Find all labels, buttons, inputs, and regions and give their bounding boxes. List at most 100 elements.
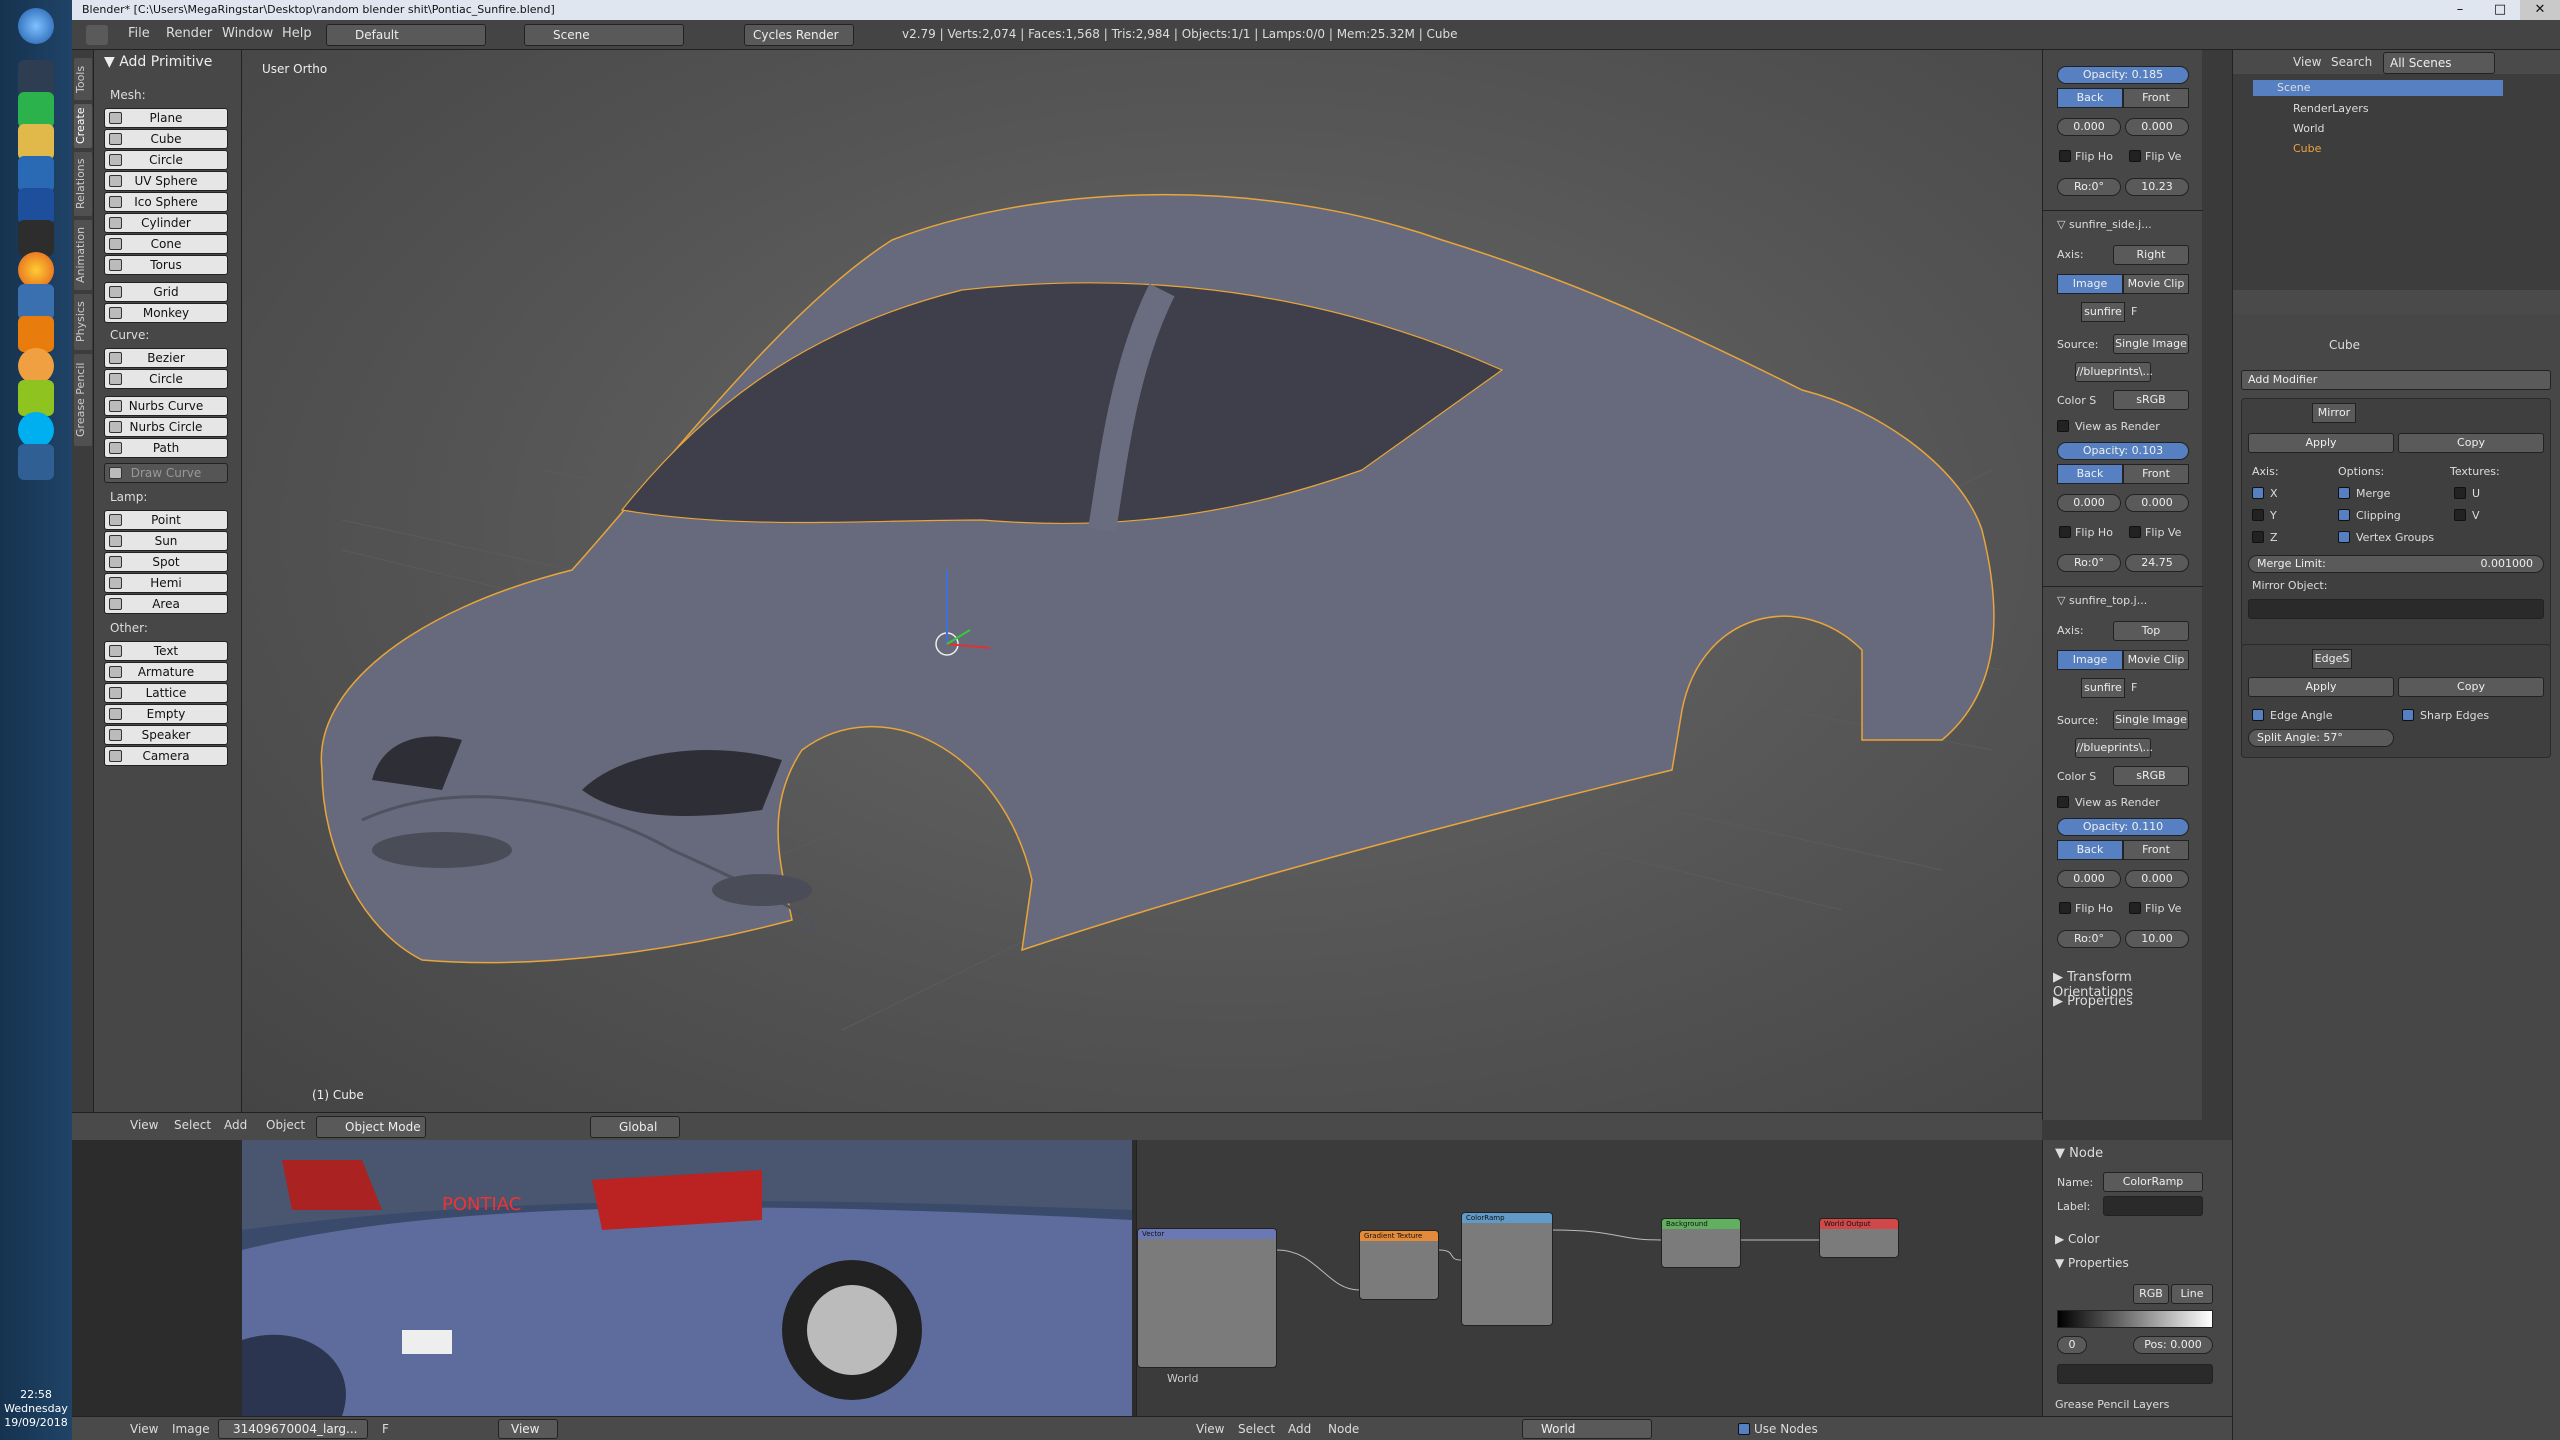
rotation-field-1[interactable]: Ro:0° [2057,178,2121,196]
clock-time[interactable]: 22:58 [6,1388,66,1401]
front-button-side[interactable]: Front [2123,464,2189,484]
flip-h-checkbox-side[interactable] [2059,526,2071,538]
edgesplit-modifier-name[interactable]: EdgeS [2312,649,2352,669]
merge-checkbox[interactable] [2338,487,2350,499]
grease-pencil-layers-subpanel[interactable]: Grease Pencil Layers [2055,1398,2169,1411]
edgesplit-apply-button[interactable]: Apply [2248,677,2394,697]
flip-v-checkbox-1[interactable] [2129,150,2141,162]
color-subpanel[interactable]: ▶ Color [2055,1232,2099,1246]
offset-y-top[interactable]: 0.000 [2125,870,2189,888]
filepath-top[interactable]: //blueprints\... [2075,738,2153,758]
front-button-top[interactable]: Front [2123,840,2189,860]
other-empty-button[interactable]: Empty [104,704,228,724]
node-panel-header[interactable]: ▼ Node [2055,1146,2103,1161]
menu-render[interactable]: Render [166,26,212,41]
back-button-top[interactable]: Back [2057,840,2123,860]
movie-clip-button-top[interactable]: Movie Clip [2123,650,2189,670]
mesh-circle-button[interactable]: Circle [104,150,228,170]
maximize-button[interactable]: □ [2480,0,2520,20]
image-button-side[interactable]: Image [2057,274,2123,294]
tab-physics[interactable]: Physics [74,294,92,350]
outliner-scene[interactable]: Scene [2277,81,2311,94]
curve-path-button[interactable]: Path [104,438,228,458]
node-menu-select[interactable]: Select [1238,1422,1275,1436]
offset-y-side[interactable]: 0.000 [2125,494,2189,512]
edgesplit-copy-button[interactable]: Copy [2398,677,2544,697]
curve-circle-button[interactable]: Circle [104,369,228,389]
movie-clip-button-side[interactable]: Movie Clip [2123,274,2189,294]
outliner-renderlayers[interactable]: RenderLayers [2293,102,2369,115]
side-image-name[interactable]: ▽ sunfire_side.j... [2057,218,2152,231]
outliner-view-menu[interactable]: View [2293,55,2321,69]
mesh-cone-button[interactable]: Cone [104,234,228,254]
layout-dropdown[interactable]: Default [326,24,486,46]
app-icon-3[interactable] [18,284,54,320]
opacity-field-1[interactable]: Opacity: 0.185 [2057,66,2189,84]
outliner-cube[interactable]: Cube [2293,142,2321,155]
vertex-groups-checkbox[interactable] [2338,531,2350,543]
mesh-cylinder-button[interactable]: Cylinder [104,213,228,233]
image-view-mode[interactable]: View [498,1419,558,1439]
mirror-object-field[interactable] [2248,599,2544,619]
color-ramp-gradient[interactable] [2057,1310,2213,1328]
offset-x-top[interactable]: 0.000 [2057,870,2121,888]
other-armature-button[interactable]: Armature [104,662,228,682]
back-button-side[interactable]: Back [2057,464,2123,484]
mesh-uv-sphere-button[interactable]: UV Sphere [104,171,228,191]
view-as-render-checkbox-top[interactable] [2057,796,2069,808]
tab-tools[interactable]: Tools [74,58,92,100]
properties-panel[interactable]: ▶ Properties [2053,994,2133,1009]
transform-orientation-dropdown[interactable]: Global [590,1116,680,1138]
tab-relations[interactable]: Relations [74,152,92,216]
firefox-icon[interactable] [18,252,54,288]
other-speaker-button[interactable]: Speaker [104,725,228,745]
image-fake-user[interactable]: F [382,1422,389,1436]
mesh-grid-button[interactable]: Grid [104,282,228,302]
outliner-world[interactable]: World [2293,122,2325,135]
flip-v-checkbox-side[interactable] [2129,526,2141,538]
tab-create[interactable]: Create [74,104,92,148]
mesh-torus-button[interactable]: Torus [104,255,228,275]
tab-grease-pencil[interactable]: Grease Pencil [74,354,92,446]
size-field-1[interactable]: 10.23 [2125,178,2189,196]
other-camera-button[interactable]: Camera [104,746,228,766]
color-space-top[interactable]: sRGB [2113,766,2189,786]
folder-icon[interactable] [18,124,54,160]
close-button[interactable]: ✕ [2520,0,2560,20]
mirror-copy-button[interactable]: Copy [2398,433,2544,453]
add-primitive-header[interactable]: ▼ Add Primitive [104,54,212,70]
offset-y-1[interactable]: 0.000 [2125,118,2189,136]
curve-nurbs-curve-button[interactable]: Nurbs Curve [104,396,228,416]
blender-icon[interactable] [18,316,54,352]
node-name-field[interactable]: ColorRamp [2103,1172,2203,1192]
vp-menu-select[interactable]: Select [174,1118,211,1132]
opacity-field-side[interactable]: Opacity: 0.103 [2057,442,2189,460]
interpolation-dropdown[interactable]: Line [2171,1284,2213,1304]
ramp-pos-field[interactable]: Pos: 0.000 [2133,1336,2213,1354]
mesh-plane-button[interactable]: Plane [104,108,228,128]
image-name-side[interactable]: sunfire [2081,302,2125,322]
sharp-edges-checkbox[interactable] [2402,709,2414,721]
color-mode-dropdown[interactable]: RGB [2133,1284,2169,1304]
use-nodes-checkbox[interactable] [1738,1423,1750,1435]
mirror-y-checkbox[interactable] [2252,509,2264,521]
fake-user-top[interactable]: F [2131,681,2137,694]
opacity-field-top[interactable]: Opacity: 0.110 [2057,818,2189,836]
source-dropdown-side[interactable]: Single Image [2113,334,2189,354]
start-button[interactable] [18,8,54,44]
source-dropdown-top[interactable]: Single Image [2113,710,2189,730]
app-icon-4[interactable] [18,348,54,384]
vp-menu-add[interactable]: Add [224,1118,247,1132]
node-label-field[interactable] [2103,1196,2203,1216]
editor-type-button[interactable] [86,25,108,45]
mesh-cube-button[interactable]: Cube [104,129,228,149]
ramp-color-swatch[interactable] [2057,1364,2213,1384]
lamp-area-button[interactable]: Area [104,594,228,614]
image-editor[interactable]: PONTIAC [72,1140,1136,1416]
clipping-checkbox[interactable] [2338,509,2350,521]
axis-dropdown-top[interactable]: Top [2113,621,2189,641]
size-field-side[interactable]: 24.75 [2125,554,2189,572]
outliner-scene-filter[interactable]: All Scenes [2383,52,2495,74]
other-lattice-button[interactable]: Lattice [104,683,228,703]
mirror-x-checkbox[interactable] [2252,487,2264,499]
